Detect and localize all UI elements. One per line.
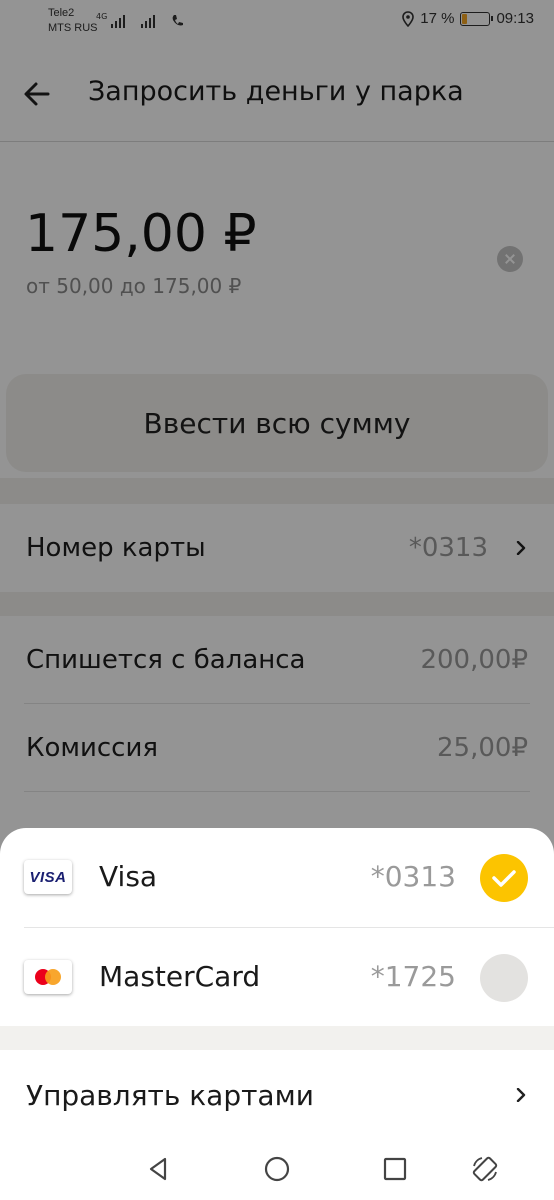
card-number: *1725 xyxy=(370,960,456,993)
home-circle-icon[interactable] xyxy=(262,1154,292,1184)
visa-logo-icon: VISA xyxy=(24,860,72,894)
manage-cards-row[interactable]: Управлять картами xyxy=(0,1050,554,1140)
card-option-visa[interactable]: VISA Visa *0313 xyxy=(0,828,554,928)
sheet-divider xyxy=(0,1026,554,1050)
mastercard-logo-icon xyxy=(24,960,72,994)
card-option-mastercard[interactable]: MasterCard *1725 xyxy=(0,928,554,1028)
chevron-right-icon xyxy=(516,1088,526,1102)
recents-square-icon[interactable] xyxy=(380,1154,410,1184)
manage-cards-label: Управлять картами xyxy=(26,1078,314,1112)
card-brand: MasterCard xyxy=(99,960,261,993)
unselected-radio-icon[interactable] xyxy=(480,954,528,1002)
rotate-icon[interactable] xyxy=(470,1154,500,1184)
visa-logo-text: VISA xyxy=(29,868,67,886)
card-number: *0313 xyxy=(370,860,456,893)
system-nav-bar xyxy=(0,1138,554,1200)
card-brand: Visa xyxy=(99,860,158,893)
selected-check-icon[interactable] xyxy=(480,854,528,902)
back-triangle-icon[interactable] xyxy=(144,1154,174,1184)
